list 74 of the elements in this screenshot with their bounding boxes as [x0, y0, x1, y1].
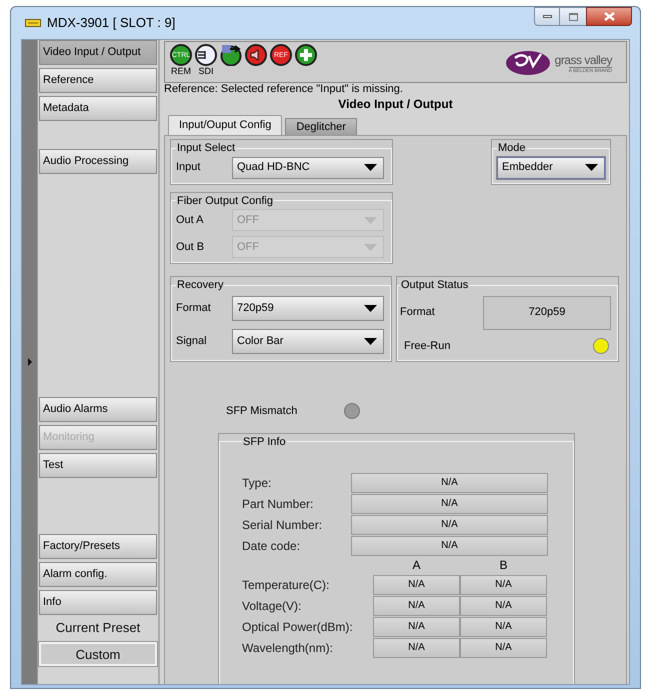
icon-caption: SDI — [198, 66, 214, 76]
value-readout: N/A — [373, 596, 460, 616]
preset-value: Custom — [39, 642, 157, 666]
field-label: Serial Number: — [242, 516, 324, 534]
dropdown[interactable]: Quad HD-BNC — [232, 156, 384, 178]
sidebar-item[interactable]: Metadata — [39, 96, 157, 121]
sidebar-item[interactable]: Test — [39, 453, 157, 478]
field-label: Format — [176, 300, 212, 316]
caret-icon — [364, 164, 377, 171]
value-readout: N/A — [373, 574, 460, 594]
page-title: Video Input / Output — [337, 96, 454, 112]
minimize-button[interactable] — [534, 7, 560, 26]
value-readout: N/A — [351, 472, 548, 492]
field-label: Voltage(V): — [242, 598, 302, 614]
field-label: Format — [400, 305, 435, 320]
expand-icon[interactable] — [28, 358, 32, 366]
preset-label: Current Preset — [54, 619, 142, 637]
field-label: SFP Mismatch — [226, 404, 298, 419]
value-readout: N/A — [460, 638, 547, 658]
caret-icon — [364, 338, 377, 344]
caret-icon — [364, 216, 377, 224]
value-readout: N/A — [373, 638, 460, 658]
sidebar-item[interactable]: Reference — [39, 68, 157, 93]
sidebar-item[interactable]: Audio Processing — [39, 149, 157, 174]
field-label: Wavelength(nm): — [242, 640, 334, 656]
field-label: Input — [176, 160, 202, 176]
value-readout: N/A — [460, 616, 547, 636]
value-readout: N/A — [351, 536, 548, 556]
field-label: Optical Power(dBm): — [242, 618, 354, 636]
window-title: MDX-3901 [ SLOT : 9] — [47, 14, 176, 32]
tab[interactable]: Deglitcher — [285, 118, 357, 135]
field-label: Type: — [242, 474, 272, 492]
status-message: Reference: Selected reference "Input" is missing. — [164, 83, 404, 96]
dropdown[interactable]: 720p59 — [232, 296, 384, 320]
sidebar-item[interactable]: Alarm config. — [39, 562, 157, 587]
group-title: Input Select — [176, 141, 236, 156]
card-icon — [25, 19, 41, 27]
column-header: A — [411, 557, 422, 574]
group-title: Fiber Output Config — [176, 194, 274, 208]
caret-icon — [364, 304, 377, 312]
group-title: Mode — [497, 141, 527, 156]
value-readout: N/A — [460, 596, 547, 616]
group-title: Recovery — [176, 278, 224, 293]
connector-icon — [195, 44, 217, 66]
dropdown[interactable]: Color Bar — [232, 328, 384, 354]
icon-caption: REM — [171, 66, 191, 76]
caret-icon — [585, 164, 598, 171]
field-label: Part Number: — [242, 496, 314, 512]
logo-text: grass valley — [554, 52, 612, 66]
maximize-button[interactable] — [560, 7, 586, 26]
field-label: Signal — [176, 334, 208, 349]
close-icon — [604, 12, 614, 21]
format-readout: 720p59 — [483, 296, 611, 330]
field-label: Out A — [176, 212, 205, 228]
sidebar-item[interactable]: Audio Alarms — [39, 397, 157, 422]
value-readout: N/A — [460, 574, 547, 594]
caret-icon — [364, 244, 377, 250]
close-button[interactable] — [586, 7, 632, 26]
column-header: B — [498, 557, 508, 574]
field-label: Out B — [176, 240, 206, 255]
tab[interactable]: Input/Ouput Config — [168, 115, 282, 135]
dropdown[interactable]: Embedder — [497, 156, 605, 178]
field-label: Temperature(C): — [242, 576, 330, 594]
sidebar-item[interactable]: Info — [39, 590, 157, 615]
sidebar-item[interactable]: Factory/Presets — [39, 534, 157, 559]
field-label: Date code: — [242, 538, 302, 554]
value-readout: N/A — [373, 616, 460, 636]
group-title: SFP Info — [242, 434, 287, 450]
value-readout: N/A — [351, 494, 548, 514]
logo-icon — [504, 50, 551, 76]
field-label: Free-Run — [404, 338, 450, 354]
value-readout: N/A — [351, 514, 548, 534]
sidebar-item[interactable]: Video Input / Output — [39, 40, 157, 65]
group-title: Output Status — [400, 278, 470, 293]
